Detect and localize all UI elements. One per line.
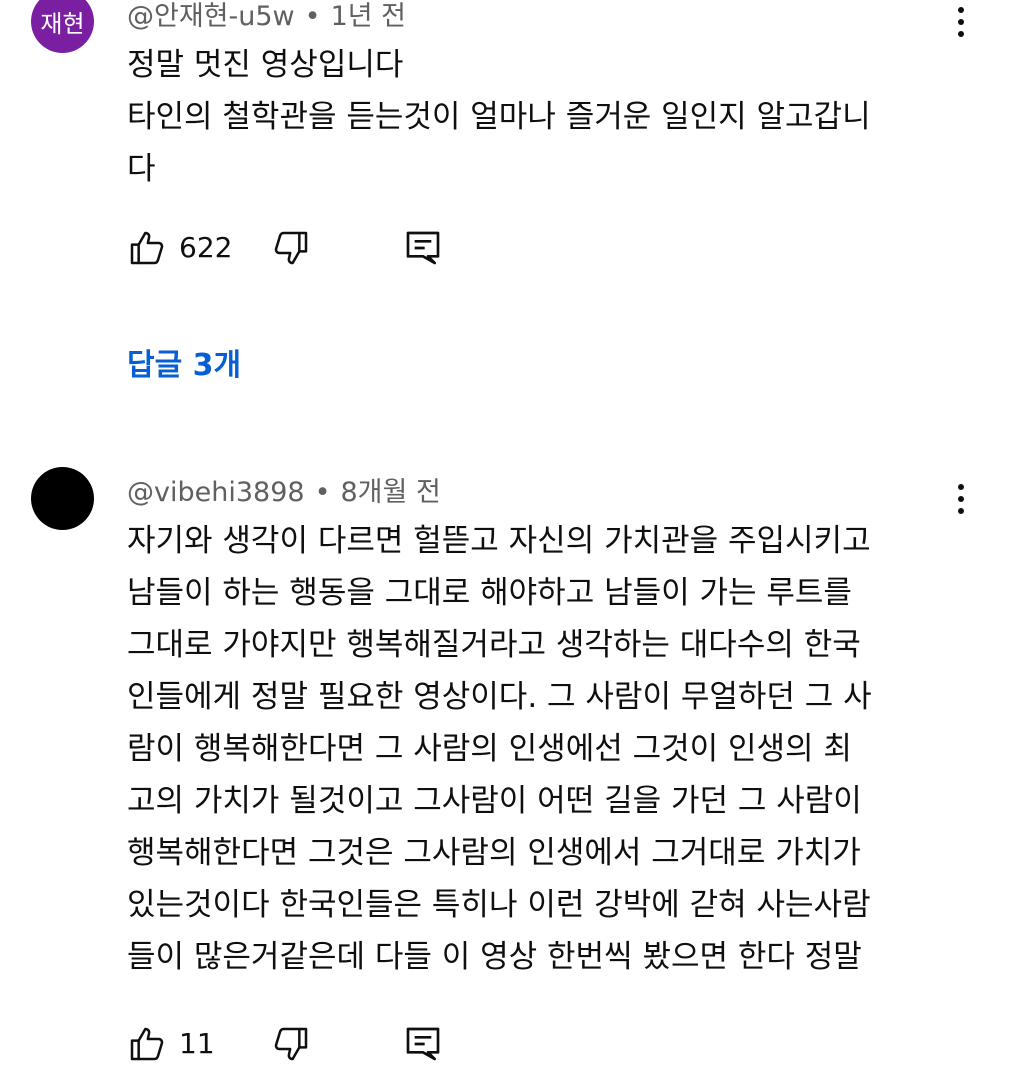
comment-time[interactable]: 8개월 전: [341, 477, 441, 508]
thumbs-down-icon[interactable]: [271, 1024, 311, 1064]
comment-line: 다: [127, 151, 156, 187]
comment-text: 자기와 생각이 다르면 헐뜯고 자신의 가치관을 주입시키고 남들이 하는 행동…: [127, 515, 957, 983]
comment-line: 고의 가치가 될것이고 그사람이 어떤 길을 가던 그 사람이: [127, 783, 862, 819]
comment-line: 인들에게 정말 필요한 영상이다. 그 사람이 무얼하던 그 사: [127, 679, 872, 715]
comment-line: 타인의 철학관을 듣는것이 얼마나 즐거운 일인지 알고갑니: [127, 99, 871, 135]
comment-actions: 11: [127, 1024, 467, 1068]
thumbs-up-icon[interactable]: [127, 228, 167, 268]
comment-line: 람이 행복해한다면 그 사람의 인생에선 그것이 인생의 최: [127, 731, 852, 767]
comment-line: 자기와 생각이 다르면 헐뜯고 자신의 가치관을 주입시키고: [127, 523, 871, 559]
comment-line: 남들이 하는 행동을 그대로 해야하고 남들이 가는 루트를: [127, 575, 852, 611]
comment-line: 정말 멋진 영상입니다: [127, 47, 404, 83]
comment-actions: 622: [127, 228, 467, 272]
comment-meta: @안재현-u5w • 1년 전: [127, 0, 406, 33]
comment-time[interactable]: 1년 전: [331, 1, 406, 32]
avatar[interactable]: [31, 467, 94, 530]
reply-comment-icon[interactable]: [403, 1024, 443, 1064]
comment-meta: @vibehi3898 • 8개월 전: [127, 470, 441, 509]
meta-separator: •: [304, 1, 321, 32]
comment-line: 행복해한다면 그것은 그사람의 인생에서 그거대로 가치가: [127, 835, 861, 871]
comment-author[interactable]: @vibehi3898: [127, 477, 305, 508]
comment-line: 있는것이다 한국인들은 특히나 이런 강박에 갇혀 사는사람: [127, 887, 871, 923]
comment-line: 그대로 가야지만 행복해질거라고 생각하는 대다수의 한국: [127, 627, 861, 663]
comment-text: 정말 멋진 영상입니다 타인의 철학관을 듣는것이 얼마나 즐거운 일인지 알고…: [127, 39, 957, 195]
replies-button[interactable]: 답글 3개: [127, 340, 241, 384]
meta-separator: •: [314, 477, 331, 508]
comment-author[interactable]: @안재현-u5w: [127, 1, 295, 32]
thumbs-down-icon[interactable]: [271, 228, 311, 268]
like-count: 11: [179, 1027, 215, 1060]
comment-line: 들이 많은거같은데 다들 이 영상 한번씩 봤으면 한다 정말: [127, 939, 862, 975]
comment-menu-button[interactable]: [946, 0, 976, 44]
avatar-initials: 재현: [40, 10, 85, 38]
reply-comment-icon[interactable]: [403, 228, 443, 268]
avatar[interactable]: 재현: [31, 0, 94, 53]
like-count: 622: [179, 231, 233, 264]
more-vertical-icon: [958, 7, 964, 13]
thumbs-up-icon[interactable]: [127, 1024, 167, 1064]
more-vertical-icon: [958, 484, 964, 490]
